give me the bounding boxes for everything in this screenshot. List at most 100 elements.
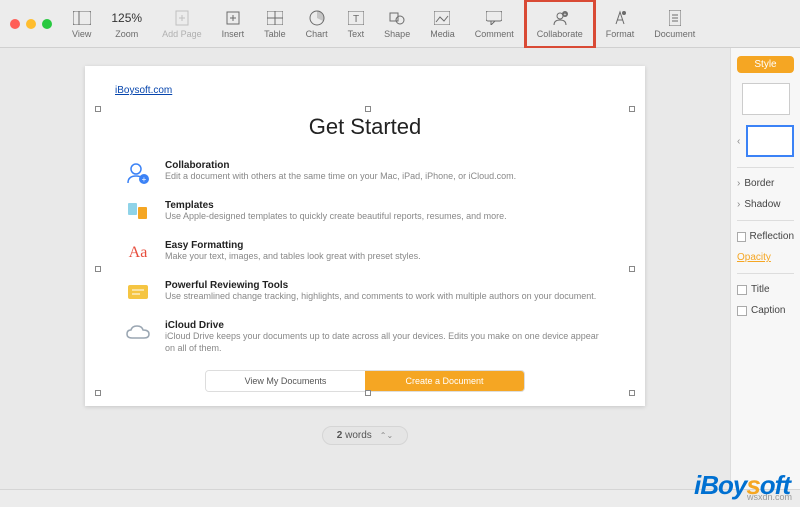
feature-row: Powerful Reviewing Tools Use streamlined…	[115, 280, 615, 306]
feature-desc: iCloud Drive keeps your documents up to …	[165, 331, 605, 354]
view-icon	[73, 9, 91, 27]
document-page[interactable]: iBoysoft.com Get Started + Collaboration…	[85, 66, 645, 406]
feature-title: iCloud Drive	[165, 320, 605, 331]
formatting-icon: Aa	[125, 240, 151, 266]
feature-title: Collaboration	[165, 160, 605, 171]
word-count-label: words	[342, 430, 371, 441]
collaborate-icon: +	[551, 9, 569, 27]
selection-handle[interactable]	[629, 266, 635, 272]
feature-row: + Collaboration Edit a document with oth…	[115, 160, 615, 186]
text-icon: T	[348, 9, 364, 27]
reviewing-icon	[125, 280, 151, 306]
feature-title: Templates	[165, 200, 605, 211]
header-link[interactable]: iBoysoft.com	[115, 85, 172, 96]
document-icon	[669, 9, 681, 27]
svg-text:+: +	[563, 12, 566, 18]
style-thumbnail[interactable]	[742, 83, 790, 115]
opacity-label: Opacity	[737, 252, 794, 263]
style-thumbnail-selected[interactable]	[746, 125, 794, 157]
shadow-option[interactable]: ›Shadow	[737, 199, 794, 210]
feature-row: Aa Easy Formatting Make your text, image…	[115, 240, 615, 266]
collaborate-label: Collaborate	[537, 29, 583, 39]
selection-handle[interactable]	[95, 390, 101, 396]
svg-text:+: +	[142, 175, 147, 184]
page-heading: Get Started	[115, 114, 615, 140]
chevron-left-icon[interactable]: ‹	[737, 136, 740, 147]
chart-label: Chart	[306, 29, 328, 39]
selection-handle[interactable]	[365, 106, 371, 112]
document-button[interactable]: Document	[644, 2, 705, 46]
border-option[interactable]: ›Border	[737, 178, 794, 189]
chevron-updown-icon: ⌃⌄	[380, 431, 393, 440]
insert-label: Insert	[222, 29, 245, 39]
collaboration-icon: +	[125, 160, 151, 186]
format-button[interactable]: Format	[596, 2, 645, 46]
svg-text:T: T	[353, 14, 359, 25]
insert-icon	[225, 9, 241, 27]
document-canvas[interactable]: iBoysoft.com Get Started + Collaboration…	[0, 48, 730, 489]
feature-desc: Use streamlined change tracking, highlig…	[165, 291, 605, 303]
shape-label: Shape	[384, 29, 410, 39]
media-label: Media	[430, 29, 455, 39]
document-label: Document	[654, 29, 695, 39]
feature-row: iCloud Drive iCloud Drive keeps your doc…	[115, 320, 615, 354]
add-page-icon	[175, 9, 189, 27]
comment-label: Comment	[475, 29, 514, 39]
style-tab[interactable]: Style	[737, 56, 794, 73]
icloud-icon	[125, 320, 151, 346]
zoom-value: 125%	[111, 9, 142, 27]
reflection-option[interactable]: Reflection	[737, 231, 794, 242]
zoom-label: Zoom	[115, 29, 138, 39]
comment-button[interactable]: Comment	[465, 2, 524, 46]
title-checkbox[interactable]	[737, 285, 747, 295]
feature-desc: Use Apple-designed templates to quickly …	[165, 211, 605, 223]
comment-icon	[486, 9, 502, 27]
feature-row: Templates Use Apple-designed templates t…	[115, 200, 615, 226]
insert-button[interactable]: Insert	[212, 2, 255, 46]
collaborate-button[interactable]: + Collaborate	[527, 2, 593, 46]
chart-icon	[309, 9, 325, 27]
feature-desc: Make your text, images, and tables look …	[165, 251, 605, 263]
zoom-button[interactable]: 125% Zoom	[101, 2, 152, 46]
fullscreen-window-button[interactable]	[42, 19, 52, 29]
inspector-sidebar: Style ‹ ›Border ›Shadow Reflection Opaci…	[730, 48, 800, 489]
text-label: Text	[348, 29, 365, 39]
caption-checkbox[interactable]	[737, 306, 747, 316]
selection-handle[interactable]	[629, 390, 635, 396]
main-area: iBoysoft.com Get Started + Collaboration…	[0, 48, 800, 489]
reflection-checkbox[interactable]	[737, 232, 746, 242]
shape-button[interactable]: Shape	[374, 2, 420, 46]
table-button[interactable]: Table	[254, 2, 296, 46]
close-window-button[interactable]	[10, 19, 20, 29]
feature-title: Easy Formatting	[165, 240, 605, 251]
selection-handle[interactable]	[95, 106, 101, 112]
chart-button[interactable]: Chart	[296, 2, 338, 46]
media-icon	[434, 9, 450, 27]
feature-title: Powerful Reviewing Tools	[165, 280, 605, 291]
minimize-window-button[interactable]	[26, 19, 36, 29]
caption-option[interactable]: Caption	[737, 305, 794, 316]
media-button[interactable]: Media	[420, 2, 465, 46]
collaborate-highlight: + Collaborate	[524, 0, 596, 49]
format-icon	[613, 9, 627, 27]
title-option[interactable]: Title	[737, 284, 794, 295]
add-page-label: Add Page	[162, 29, 202, 39]
selection-handle[interactable]	[629, 106, 635, 112]
text-button[interactable]: T Text	[338, 2, 375, 46]
window-controls	[10, 19, 52, 29]
word-count-pill[interactable]: 2 words ⌃⌄	[322, 426, 408, 445]
create-document-button[interactable]: Create a Document	[365, 371, 524, 391]
toolbar: View 125% Zoom Add Page Insert Table Cha…	[0, 0, 800, 48]
selection-handle[interactable]	[95, 266, 101, 272]
view-documents-button[interactable]: View My Documents	[206, 371, 365, 391]
chevron-right-icon: ›	[737, 199, 740, 210]
view-button[interactable]: View	[62, 2, 101, 46]
footer-credit: wsxdn.com	[0, 489, 800, 507]
selection-handle[interactable]	[365, 390, 371, 396]
add-page-button: Add Page	[152, 2, 212, 46]
view-label: View	[72, 29, 91, 39]
format-label: Format	[606, 29, 635, 39]
watermark-logo: iBoysoft	[694, 470, 790, 501]
button-row: View My Documents Create a Document	[205, 370, 525, 392]
chevron-right-icon: ›	[737, 178, 740, 189]
